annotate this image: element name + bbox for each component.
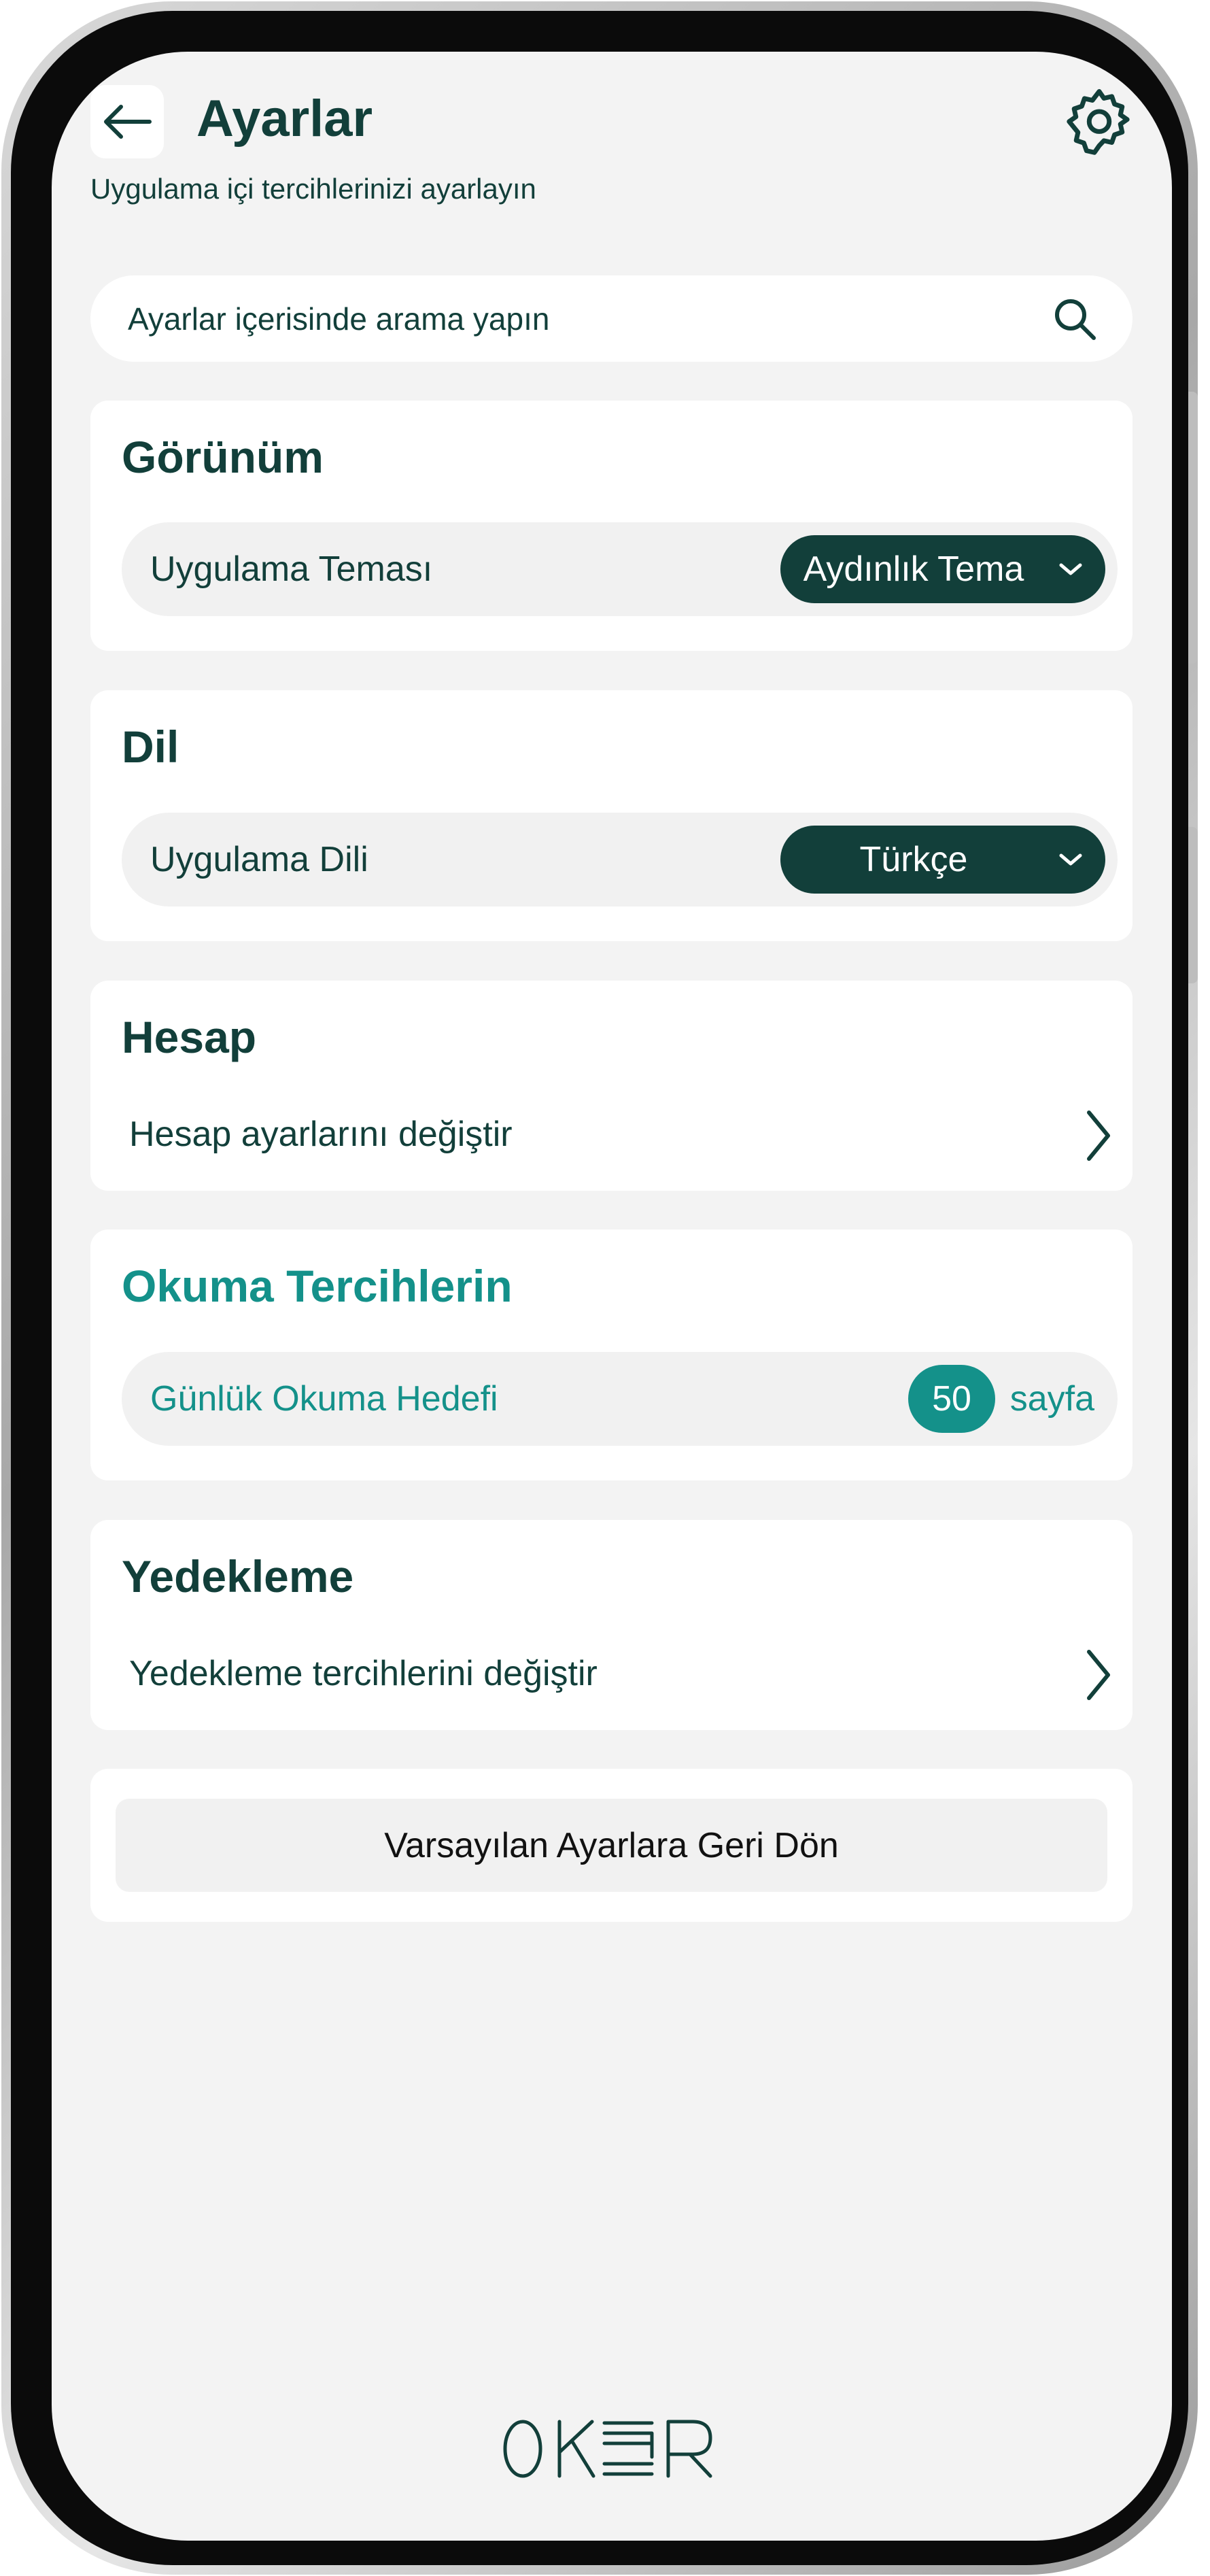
gear-icon <box>1067 89 1130 155</box>
theme-label: Uygulama Teması <box>150 549 433 589</box>
search-icon[interactable] <box>1044 288 1105 350</box>
backup-title: Yedekleme <box>122 1551 354 1601</box>
reading-goal-label: Günlük Okuma Hedefi <box>150 1379 498 1419</box>
reading-card: Okuma Tercihlerin Günlük Okuma Hedefi 50… <box>90 1230 1133 1480</box>
page-subtitle: Uygulama içi tercihlerinizi ayarlayın <box>90 173 536 205</box>
account-settings-link[interactable]: Hesap ayarlarını değiştir <box>129 1114 513 1155</box>
settings-button[interactable] <box>1063 86 1135 158</box>
reset-card: Varsayılan Ayarlara Geri Dön <box>90 1769 1133 1922</box>
theme-row: Uygulama Teması Aydınlık Tema <box>122 522 1118 616</box>
phone-frame: Ayarlar Uygulama içi tercihlerinizi ayar… <box>1 1 1198 2575</box>
backup-settings-link[interactable]: Yedekleme tercihlerini değiştir <box>129 1653 598 1694</box>
reading-goal-row: Günlük Okuma Hedefi 50 sayfa <box>122 1352 1118 1446</box>
language-title: Dil <box>122 722 179 772</box>
search-input[interactable]: Ayarlar içerisinde arama yapın <box>128 301 1044 337</box>
chevron-right-icon[interactable] <box>1078 1105 1119 1166</box>
account-card[interactable]: Hesap Hesap ayarlarını değiştir <box>90 981 1133 1191</box>
backup-card[interactable]: Yedekleme Yedekleme tercihlerini değişti… <box>90 1520 1133 1730</box>
back-button[interactable] <box>90 85 164 158</box>
phone-body: Ayarlar Uygulama içi tercihlerinizi ayar… <box>11 11 1198 2565</box>
language-label: Uygulama Dili <box>150 840 368 879</box>
appearance-title: Görünüm <box>122 432 324 482</box>
page-title: Ayarlar <box>196 90 373 148</box>
account-title: Hesap <box>122 1012 257 1062</box>
chevron-right-icon[interactable] <box>1078 1644 1119 1706</box>
appearance-card: Görünüm Uygulama Teması Aydınlık Tema <box>90 401 1133 651</box>
language-card: Dil Uygulama Dili Türkçe <box>90 690 1133 941</box>
volume-button <box>1188 392 1198 664</box>
language-dropdown[interactable]: Türkçe <box>780 826 1105 894</box>
reset-defaults-button[interactable]: Varsayılan Ayarlara Geri Dön <box>116 1799 1107 1892</box>
reading-goal-value[interactable]: 50 <box>908 1365 995 1433</box>
arrow-left-icon <box>104 105 152 139</box>
screen: Ayarlar Uygulama içi tercihlerinizi ayar… <box>52 52 1172 2541</box>
search-bar[interactable]: Ayarlar içerisinde arama yapın <box>90 275 1133 362</box>
language-value: Türkçe <box>859 840 968 879</box>
reading-title: Okuma Tercihlerin <box>122 1261 513 1311</box>
reading-goal-unit: sayfa <box>1009 1379 1094 1419</box>
okur-logo <box>501 2415 725 2483</box>
language-row: Uygulama Dili Türkçe <box>122 813 1118 906</box>
chevron-down-icon <box>1047 562 1094 577</box>
theme-value: Aydınlık Tema <box>803 549 1024 589</box>
power-button <box>1188 827 1198 983</box>
theme-dropdown[interactable]: Aydınlık Tema <box>780 535 1105 603</box>
chevron-down-icon <box>1047 852 1094 867</box>
